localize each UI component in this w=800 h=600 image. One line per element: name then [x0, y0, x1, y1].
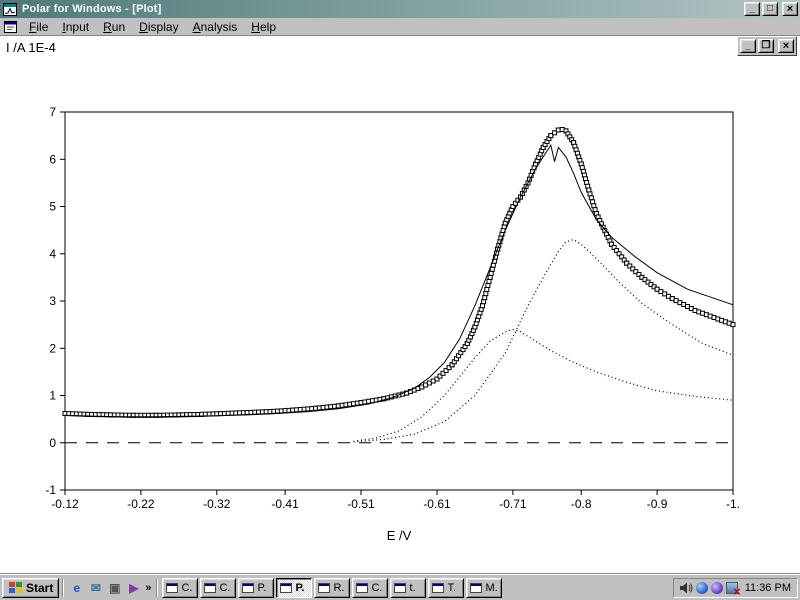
svg-text:-0.61: -0.61	[423, 497, 451, 511]
menu-item-analysis[interactable]: Analysis	[186, 19, 245, 35]
svg-text:1: 1	[49, 389, 56, 403]
svg-text:-0.12: -0.12	[51, 497, 79, 511]
maximize-button[interactable]: □	[762, 2, 778, 16]
svg-text:6: 6	[49, 152, 56, 166]
start-label: Start	[26, 581, 53, 595]
volume-icon[interactable]	[679, 581, 693, 595]
svg-text:-1: -1	[45, 483, 56, 497]
window-icon	[242, 583, 254, 593]
application-window: Polar for Windows - [Plot] _ □ × FileInp…	[0, 0, 800, 600]
taskbar-button-label: C.	[219, 582, 230, 594]
menu-item-input[interactable]: Input	[55, 19, 96, 35]
taskbar-button-5[interactable]: C.	[352, 578, 388, 598]
plot-client-area: _ ❐ × I /A 1E-4 -101234567-0.12-0.22-0.3…	[0, 36, 800, 574]
quick-launch-overflow-chevron[interactable]: »	[143, 582, 153, 594]
svg-text:-0.8: -0.8	[571, 497, 592, 511]
window-icon	[394, 583, 406, 593]
internet-explorer-icon[interactable]: e	[67, 578, 86, 597]
outlook-express-icon[interactable]: ✉	[86, 578, 105, 597]
plot-document-icon[interactable]	[2, 20, 18, 34]
svg-text:2: 2	[49, 341, 56, 355]
taskbar-button-2[interactable]: P.	[238, 578, 274, 598]
menu-item-help[interactable]: Help	[244, 19, 283, 35]
svg-text:-1.: -1.	[726, 497, 740, 511]
plot-canvas: -1 0 1 2 3 4 5 6 7 -0.12 -0.22 -0.32 -0.41 -0.51 -0.61…	[0, 36, 800, 574]
show-desktop-icon[interactable]: ▣	[105, 578, 124, 597]
window-controls: _ □ ×	[744, 2, 798, 16]
minimize-button[interactable]: _	[744, 2, 760, 16]
taskbar-button-1[interactable]: C.	[200, 578, 236, 598]
connection-icon[interactable]	[696, 582, 708, 594]
system-tray: 11:36 PM	[673, 578, 798, 598]
task-button-area: C. C. P. P. R. C. t. T. M.	[161, 578, 503, 598]
svg-text:4: 4	[49, 247, 56, 261]
taskbar-button-label: T.	[447, 582, 456, 594]
taskbar-button-label: P.	[257, 582, 266, 594]
app-icon[interactable]	[2, 2, 18, 16]
svg-text:-0.22: -0.22	[127, 497, 155, 511]
close-button[interactable]: ×	[782, 2, 798, 16]
menu-item-display[interactable]: Display	[132, 19, 185, 35]
connection-2-icon[interactable]	[711, 582, 723, 594]
taskbar-button-8[interactable]: M.	[466, 578, 502, 598]
taskbar-button-label: M.	[485, 582, 497, 594]
menu-item-file[interactable]: File	[22, 19, 55, 35]
taskbar-button-label: R.	[333, 582, 344, 594]
svg-text:7: 7	[49, 105, 56, 119]
svg-text:-0.32: -0.32	[203, 497, 231, 511]
document-icon	[4, 21, 17, 33]
window-icon	[318, 583, 330, 593]
taskbar-divider	[156, 579, 158, 597]
menu: FileInputRunDisplayAnalysisHelp	[22, 19, 283, 35]
taskbar-button-3[interactable]: P.	[276, 578, 312, 598]
svg-text:-0.51: -0.51	[347, 497, 375, 511]
window-icon	[280, 583, 292, 593]
menu-item-run[interactable]: Run	[96, 19, 132, 35]
window-icon	[356, 583, 368, 593]
window-title: Polar for Windows - [Plot]	[18, 3, 744, 15]
windows-logo-icon	[8, 581, 23, 594]
svg-text:-0.41: -0.41	[271, 497, 299, 511]
window-icon	[166, 583, 178, 593]
network-offline-icon[interactable]	[726, 582, 738, 594]
tray-icon-area	[679, 581, 738, 595]
titlebar: Polar for Windows - [Plot] _ □ ×	[0, 0, 800, 18]
taskbar-button-label: C.	[181, 582, 192, 594]
taskbar-button-label: t.	[409, 582, 415, 594]
taskbar: Start e✉▣▶ » C. C. P. P. R. C. t. T. M. 11:36 PM	[0, 574, 800, 600]
taskbar-divider	[62, 579, 64, 597]
taskbar-button-7[interactable]: T.	[428, 578, 464, 598]
quick-launch-bar: e✉▣▶	[67, 578, 143, 597]
window-icon	[204, 583, 216, 593]
svg-text:-0.71: -0.71	[499, 497, 527, 511]
taskbar-button-0[interactable]: C.	[162, 578, 198, 598]
svg-text:E /V: E /V	[387, 528, 412, 543]
svg-text:-0.9: -0.9	[647, 497, 668, 511]
taskbar-button-4[interactable]: R.	[314, 578, 350, 598]
start-button[interactable]: Start	[2, 578, 59, 598]
svg-text:5: 5	[49, 200, 56, 214]
taskbar-button-6[interactable]: t.	[390, 578, 426, 598]
svg-text:3: 3	[49, 294, 56, 308]
window-icon	[432, 583, 444, 593]
taskbar-button-label: C.	[371, 582, 382, 594]
menubar: FileInputRunDisplayAnalysisHelp	[0, 18, 800, 36]
taskbar-button-label: P.	[295, 582, 304, 594]
taskbar-clock[interactable]: 11:36 PM	[742, 582, 791, 594]
svg-text:0: 0	[49, 436, 56, 450]
window-icon	[470, 583, 482, 593]
polar-app-icon	[3, 3, 17, 16]
media-player-icon[interactable]: ▶	[124, 578, 143, 597]
